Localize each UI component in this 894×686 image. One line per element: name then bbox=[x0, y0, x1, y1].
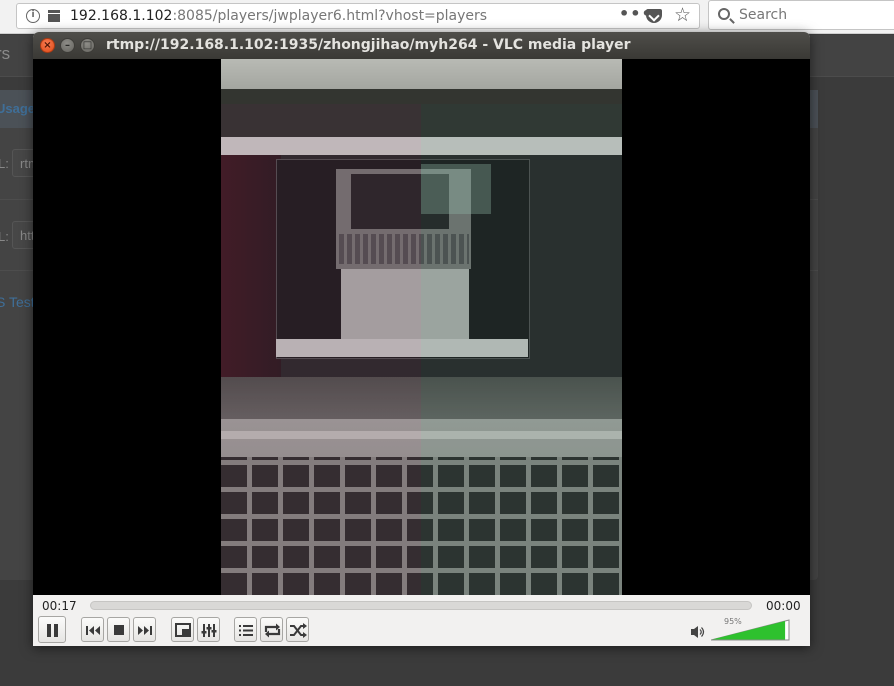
page-row-label: L: bbox=[0, 156, 9, 171]
equalizer-icon bbox=[201, 624, 217, 637]
maximize-button[interactable]: □ bbox=[80, 38, 95, 53]
loop-button[interactable] bbox=[260, 617, 283, 642]
video-area[interactable] bbox=[33, 59, 810, 595]
close-button[interactable]: × bbox=[40, 38, 55, 53]
bookmark-star-icon[interactable]: ☆ bbox=[674, 4, 691, 26]
stop-icon bbox=[114, 625, 124, 635]
playlist-button[interactable] bbox=[234, 617, 257, 642]
playlist-icon bbox=[239, 625, 253, 636]
url-bar[interactable]: i 192.168.1.102:8085/players/jwplayer6.h… bbox=[16, 3, 700, 29]
video-color-tint bbox=[221, 104, 421, 595]
previous-button[interactable] bbox=[81, 617, 104, 642]
info-icon[interactable]: i bbox=[26, 9, 40, 23]
pocket-icon[interactable] bbox=[646, 9, 662, 23]
total-time[interactable]: 00:00 bbox=[766, 599, 801, 613]
next-button[interactable] bbox=[133, 617, 156, 642]
browser-toolbar: i 192.168.1.102:8085/players/jwplayer6.h… bbox=[0, 0, 894, 34]
loop-icon bbox=[264, 623, 281, 638]
url-host: 192.168.1.102 bbox=[70, 8, 173, 24]
search-input[interactable]: Search bbox=[708, 0, 894, 30]
window-title: rtmp://192.168.1.102:1935/zhongjihao/myh… bbox=[106, 37, 631, 53]
elapsed-time[interactable]: 00:17 bbox=[42, 599, 77, 613]
volume-slider[interactable] bbox=[711, 619, 791, 641]
previous-icon bbox=[86, 626, 100, 635]
video-color-tint bbox=[421, 104, 622, 595]
seek-bar[interactable] bbox=[90, 601, 752, 610]
next-icon bbox=[138, 626, 152, 635]
pause-icon bbox=[47, 624, 58, 637]
page-usage-heading: Usage bbox=[0, 101, 36, 116]
fullscreen-button[interactable] bbox=[171, 617, 194, 642]
volume-percent: 95% bbox=[724, 617, 742, 626]
minimize-button[interactable]: – bbox=[60, 38, 75, 53]
extended-settings-button[interactable] bbox=[197, 617, 220, 642]
page-test-link[interactable]: S Test bbox=[0, 294, 35, 310]
page-icon bbox=[48, 10, 60, 22]
vlc-window: × – □ rtmp://192.168.1.102:1935/zhongjih… bbox=[33, 32, 810, 646]
search-placeholder: Search bbox=[739, 7, 788, 23]
page-row-label: L: bbox=[0, 229, 9, 244]
fullscreen-icon bbox=[175, 623, 191, 637]
url-text[interactable]: 192.168.1.102:8085/players/jwplayer6.htm… bbox=[70, 8, 487, 24]
search-icon bbox=[718, 8, 730, 20]
title-bar[interactable]: × – □ rtmp://192.168.1.102:1935/zhongjih… bbox=[33, 32, 810, 59]
url-path: :8085/players/jwplayer6.html?vhost=playe… bbox=[172, 8, 488, 24]
speaker-icon[interactable] bbox=[690, 625, 706, 639]
playback-controls: 00:17 00:00 95% bbox=[33, 595, 810, 646]
pause-button[interactable] bbox=[38, 616, 66, 643]
shuffle-icon bbox=[290, 623, 307, 638]
video-frame bbox=[221, 59, 622, 595]
stop-button[interactable] bbox=[107, 617, 130, 642]
page-brand: rs bbox=[0, 44, 11, 63]
shuffle-button[interactable] bbox=[286, 617, 309, 642]
